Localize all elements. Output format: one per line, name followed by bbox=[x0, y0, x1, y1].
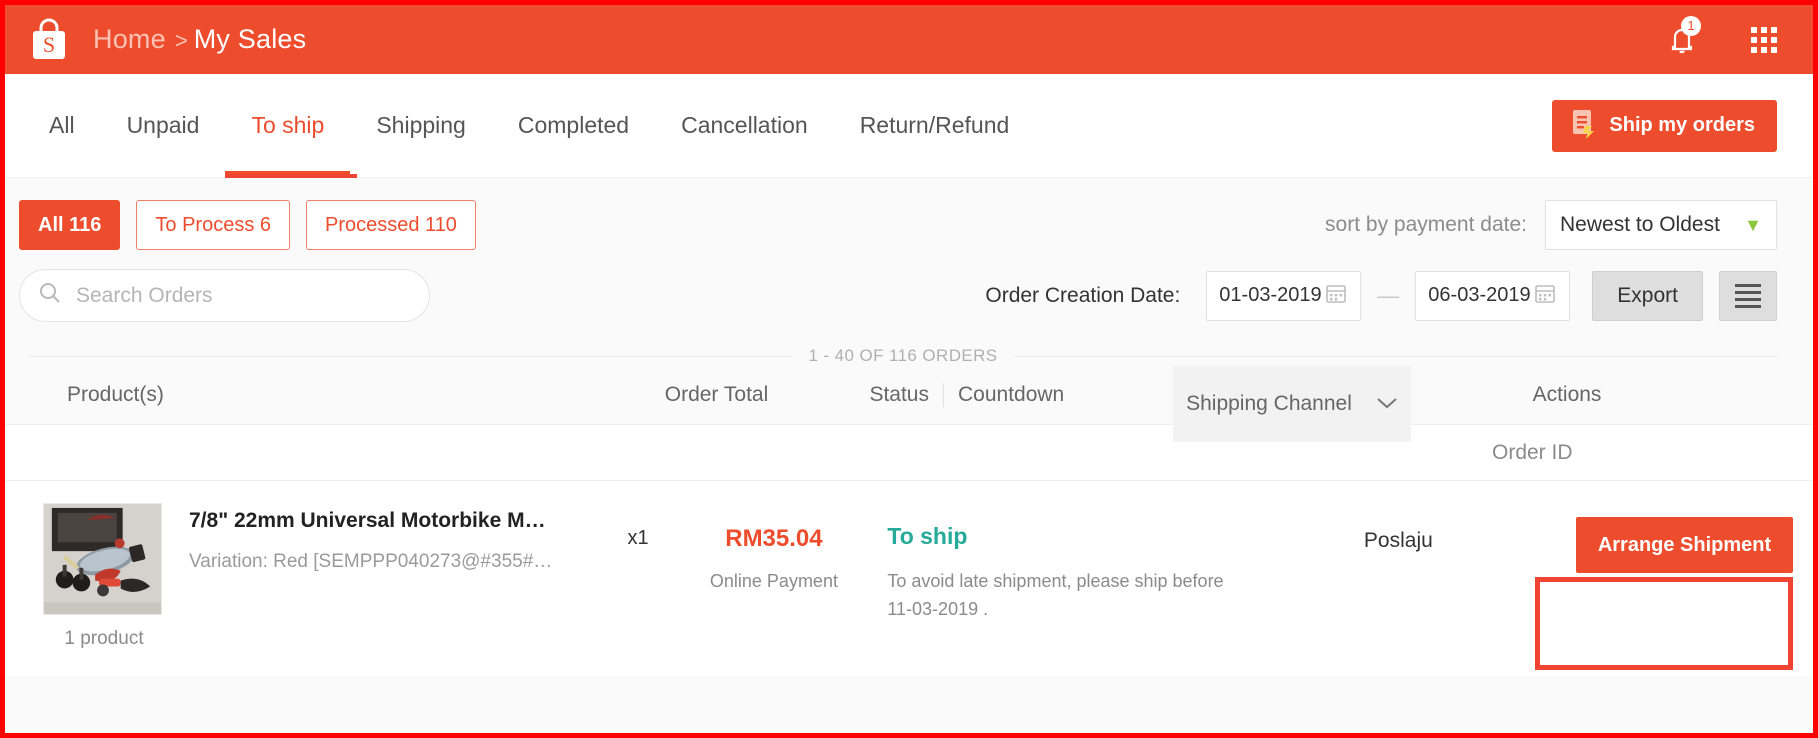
app-header: S Home > My Sales 1 bbox=[5, 5, 1813, 74]
product-thumbnail-column: 1 product bbox=[43, 503, 165, 650]
orders-content-area: All 116 To Process 6 Processed 110 sort … bbox=[5, 178, 1813, 733]
orders-table-header: Product(s) Order Total Status Countdown … bbox=[5, 366, 1813, 442]
status-badge: To ship bbox=[887, 523, 968, 549]
sort-label: sort by payment date: bbox=[1325, 213, 1527, 236]
motorbike-mirror-product-photo[interactable] bbox=[43, 503, 162, 615]
header-divider bbox=[943, 383, 944, 407]
product-variation: Variation: Red [SEMPPP040273@#355#… bbox=[189, 551, 553, 572]
shopee-bag-logo[interactable]: S bbox=[27, 18, 71, 62]
tab-unpaid[interactable]: Unpaid bbox=[101, 74, 226, 177]
breadcrumb: Home > My Sales bbox=[93, 24, 306, 55]
ship-my-orders-button[interactable]: Ship my orders bbox=[1552, 99, 1777, 152]
notification-count-badge: 1 bbox=[1681, 15, 1701, 36]
breadcrumb-home-link[interactable]: Home bbox=[93, 24, 166, 55]
document-lightning-icon bbox=[1570, 108, 1596, 144]
column-header-products: Product(s) bbox=[67, 383, 164, 406]
column-header-shipping-channel-label: Shipping Channel bbox=[1186, 392, 1352, 415]
order-creation-date-filter: Order Creation Date: 01-03-2019 — 06-03-… bbox=[985, 270, 1777, 321]
sort-control: sort by payment date: Newest to Oldest ▼ bbox=[1325, 200, 1777, 250]
column-header-order-total: Order Total bbox=[664, 383, 769, 406]
breadcrumb-separator: > bbox=[174, 28, 188, 53]
shipping-channel-value: Poslaju bbox=[1363, 529, 1433, 552]
chip-all[interactable]: All 116 bbox=[19, 200, 121, 250]
order-id-label: Order ID bbox=[1492, 440, 1573, 464]
tab-list: All Unpaid To ship Shipping Completed Ca… bbox=[35, 74, 1036, 178]
divider-line-left bbox=[29, 355, 793, 357]
column-header-shipping-channel[interactable]: Shipping Channel bbox=[1173, 366, 1411, 442]
order-total-cell: RM35.04 Online Payment bbox=[683, 503, 866, 650]
breadcrumb-current-page: My Sales bbox=[193, 24, 307, 54]
search-icon bbox=[38, 281, 62, 310]
order-id-subheader-row: Order ID bbox=[5, 424, 1813, 480]
search-placeholder: Search Orders bbox=[76, 283, 213, 307]
date-from-input[interactable]: 01-03-2019 bbox=[1206, 270, 1362, 321]
header-actions: 1 bbox=[1667, 15, 1777, 57]
order-status-cell: To ship To avoid late shipment, please s… bbox=[865, 503, 1280, 650]
tab-completed[interactable]: Completed bbox=[492, 74, 655, 177]
order-actions-cell: Arrange Shipment bbox=[1556, 503, 1813, 650]
tab-cancellation[interactable]: Cancellation bbox=[655, 74, 834, 177]
column-header-countdown: Countdown bbox=[958, 383, 1065, 406]
shopee-seller-my-sales-page: S Home > My Sales 1 All Unpaid To ship S… bbox=[0, 0, 1818, 738]
tab-all[interactable]: All bbox=[35, 74, 101, 177]
export-button[interactable]: Export bbox=[1592, 270, 1703, 321]
page-bottom-spacer bbox=[5, 719, 1813, 733]
order-filter-chips-row: All 116 To Process 6 Processed 110 sort … bbox=[5, 178, 1813, 250]
tab-shipping[interactable]: Shipping bbox=[350, 74, 492, 177]
search-and-date-row: Search Orders Order Creation Date: 01-03… bbox=[5, 250, 1813, 322]
calendar-icon bbox=[1324, 281, 1348, 311]
sort-by-payment-date-select[interactable]: Newest to Oldest ▼ bbox=[1545, 200, 1777, 250]
sort-selected-value: Newest to Oldest bbox=[1560, 213, 1720, 236]
apps-grid-icon[interactable] bbox=[1751, 26, 1777, 53]
calendar-icon bbox=[1533, 281, 1557, 311]
product-quantity: x1 bbox=[627, 527, 649, 549]
table-row: 1 product 7/8" 22mm Universal Motorbike … bbox=[5, 480, 1813, 676]
product-info: 7/8" 22mm Universal Motorbike M… Variati… bbox=[165, 503, 552, 650]
orders-count-divider: 1 - 40 OF 116 ORDERS bbox=[29, 346, 1777, 366]
column-header-actions: Actions bbox=[1532, 383, 1602, 406]
divider-line-right bbox=[1013, 355, 1777, 357]
chevron-down-icon: ▼ bbox=[1744, 215, 1762, 235]
order-product-cell: 1 product 7/8" 22mm Universal Motorbike … bbox=[5, 503, 594, 650]
bell-icon[interactable]: 1 bbox=[1667, 15, 1701, 57]
hamburger-list-icon[interactable] bbox=[1719, 270, 1777, 321]
payment-method: Online Payment bbox=[709, 571, 838, 591]
column-header-status: Status bbox=[869, 383, 929, 406]
date-from-value: 01-03-2019 bbox=[1219, 284, 1322, 306]
product-count-label: 1 product bbox=[64, 628, 144, 649]
order-creation-date-label: Order Creation Date: bbox=[985, 283, 1181, 307]
date-range-separator: — bbox=[1377, 282, 1400, 308]
search-input[interactable]: Search Orders bbox=[19, 269, 430, 322]
orders-count-text: 1 - 40 OF 116 ORDERS bbox=[808, 346, 998, 365]
tab-return-refund[interactable]: Return/Refund bbox=[834, 74, 1036, 177]
date-to-input[interactable]: 06-03-2019 bbox=[1415, 270, 1571, 321]
date-to-value: 06-03-2019 bbox=[1428, 284, 1531, 306]
order-total-amount: RM35.04 bbox=[725, 525, 823, 552]
product-title[interactable]: 7/8" 22mm Universal Motorbike M… bbox=[189, 509, 552, 533]
countdown-note: To avoid late shipment, please ship befo… bbox=[887, 571, 1224, 619]
chip-to-process[interactable]: To Process 6 bbox=[136, 200, 290, 250]
svg-text:S: S bbox=[43, 32, 55, 57]
ship-my-orders-label: Ship my orders bbox=[1609, 114, 1755, 136]
arrange-shipment-button[interactable]: Arrange Shipment bbox=[1575, 517, 1794, 573]
chevron-down-icon bbox=[1376, 392, 1398, 416]
tab-to-ship[interactable]: To ship bbox=[225, 74, 351, 178]
chip-processed[interactable]: Processed 110 bbox=[306, 200, 476, 250]
order-status-tabs: All Unpaid To ship Shipping Completed Ca… bbox=[5, 74, 1813, 232]
